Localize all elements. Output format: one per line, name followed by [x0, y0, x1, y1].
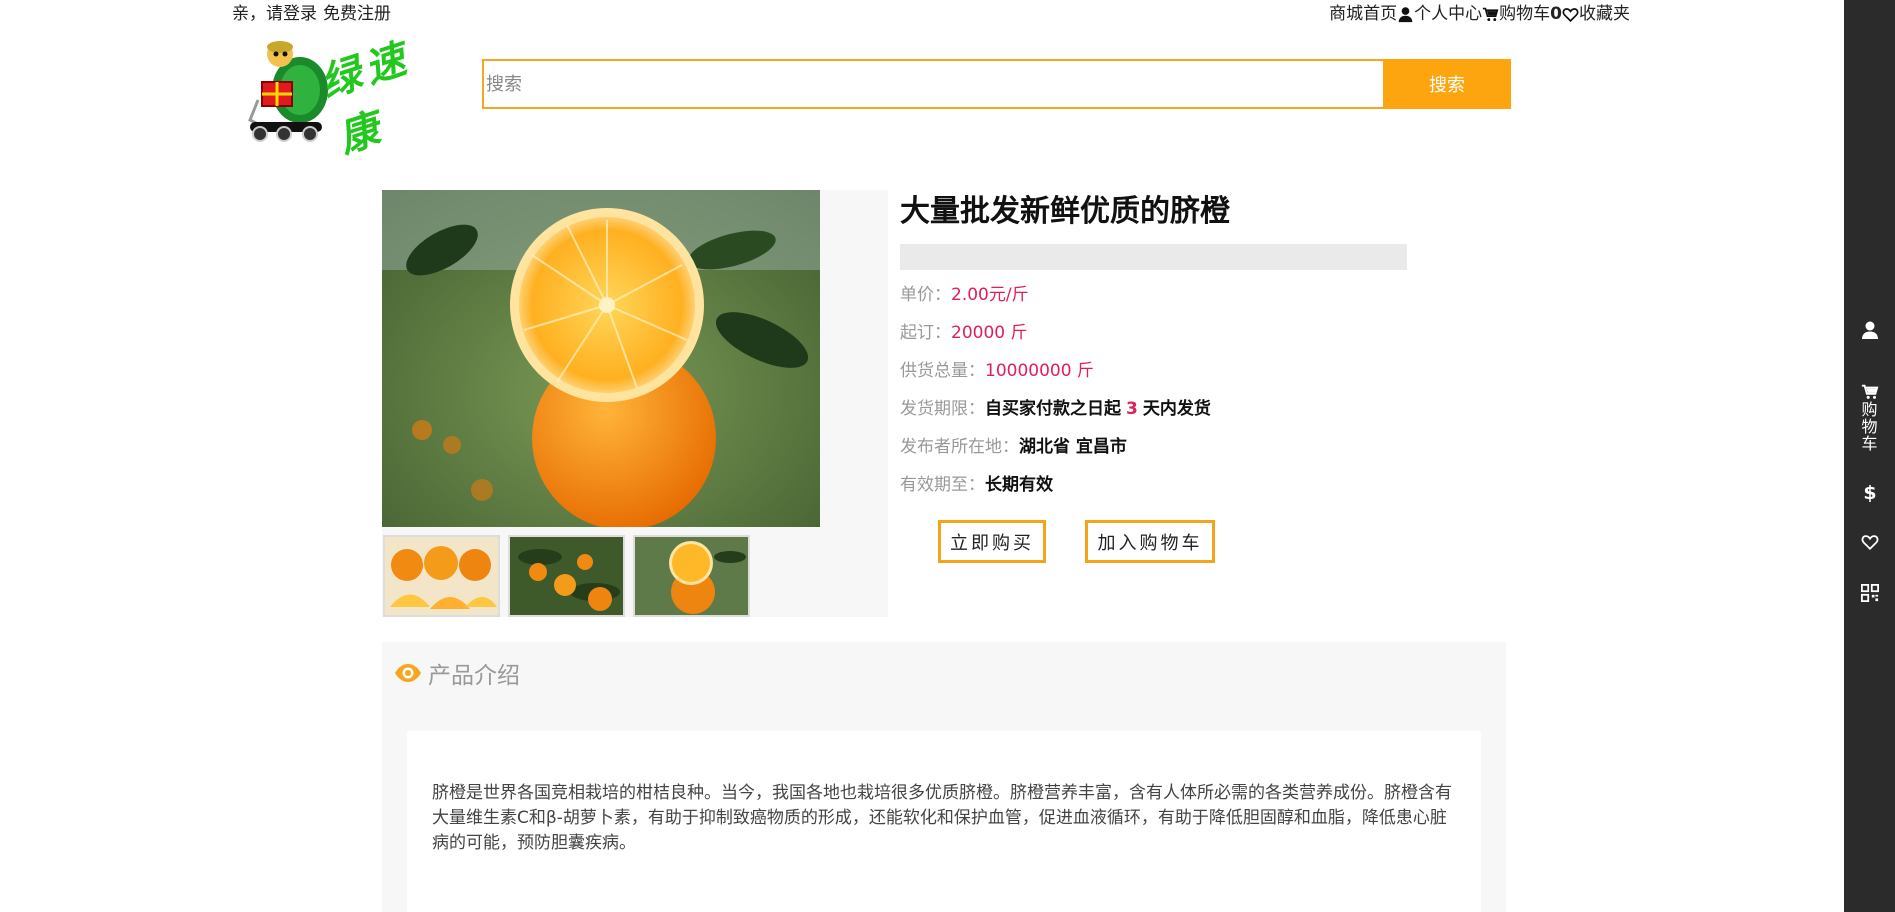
cart-icon [1861, 384, 1878, 399]
heart-icon [1861, 535, 1878, 551]
product-title: 大量批发新鲜优质的脐橙 [900, 194, 1230, 229]
favorites-link-label: 收藏夹 [1579, 4, 1630, 24]
validity-label: 有效期至： [900, 475, 985, 495]
site-logo[interactable]: 绿速康 [240, 35, 480, 162]
info-divider-bar [900, 244, 1407, 270]
top-bar: 亲，请登录 免费注册 商城首页 个人中心 购物车 0 收藏夹 [232, 0, 1630, 28]
qrcode-icon [1860, 584, 1879, 602]
buy-now-button[interactable]: 立即购买 [938, 520, 1046, 563]
location-row: 发布者所在地： 湖北省 宜昌市 [900, 428, 1420, 466]
search-button[interactable]: 搜索 [1383, 59, 1511, 109]
thumbnail-2[interactable] [508, 535, 625, 617]
supply-row: 供货总量： 10000000 斤 [900, 352, 1420, 390]
location-value: 湖北省 宜昌市 [1019, 437, 1127, 457]
profile-link[interactable]: 个人中心 [1397, 0, 1482, 28]
cart-link[interactable]: 购物车 0 [1482, 0, 1562, 28]
register-link[interactable]: 免费注册 [323, 4, 391, 24]
shipping-row: 发货期限： 自买家付款之日起 3 天内发货 [900, 390, 1420, 428]
validity-value: 长期有效 [985, 475, 1053, 495]
sidebar-user[interactable] [1844, 320, 1895, 340]
supply-value: 10000000 斤 [985, 361, 1094, 381]
sidebar-qrcode[interactable] [1844, 584, 1895, 602]
eye-icon [395, 664, 421, 682]
product-gallery [382, 190, 888, 617]
heart-icon [1562, 7, 1579, 22]
profile-link-label: 个人中心 [1414, 4, 1483, 24]
action-buttons: 立即购买 加入购物车 [938, 520, 1215, 563]
shipping-label: 发货期限： [900, 399, 985, 419]
add-to-cart-button[interactable]: 加入购物车 [1085, 520, 1215, 563]
dollar-icon: $ [1863, 482, 1876, 502]
svg-text:$: $ [1863, 482, 1876, 502]
sidebar-finance[interactable]: $ [1844, 482, 1895, 502]
cart-count: 0 [1550, 4, 1562, 24]
shipping-suffix: 天内发货 [1142, 399, 1211, 419]
login-link[interactable]: 亲，请登录 [232, 4, 317, 24]
cart-link-label: 购物车 [1499, 4, 1551, 24]
unit-price-value: 2.00元/斤 [951, 285, 1029, 305]
right-sidebar: 购物车 $ [1844, 0, 1895, 912]
location-label: 发布者所在地： [900, 437, 1019, 457]
thumbnail-1[interactable] [383, 535, 500, 617]
login-area: 亲，请登录 免费注册 [232, 0, 397, 28]
shipping-days: 3 [1126, 399, 1138, 419]
favorites-link[interactable]: 收藏夹 [1562, 0, 1630, 28]
unit-price-row: 单价： 2.00元/斤 [900, 276, 1420, 314]
cart-icon [1483, 7, 1499, 21]
search-input[interactable] [482, 59, 1383, 109]
intro-content-box: 脐橙是世界各国竞相栽培的柑桔良种。当今，我国各地也栽培很多优质脐橙。脐橙营养丰富… [407, 731, 1481, 912]
unit-price-label: 单价： [900, 285, 951, 305]
home-link[interactable]: 商城首页 [1329, 0, 1397, 28]
thumbnail-strip [382, 535, 757, 617]
product-info: 大量批发新鲜优质的脐橙 单价： 2.00元/斤 起订： 20000 斤 供货总量… [900, 190, 1420, 504]
sidebar-favorites[interactable] [1844, 533, 1895, 551]
min-order-value: 20000 斤 [951, 323, 1028, 343]
supply-label: 供货总量： [900, 361, 985, 381]
main-product-image [382, 190, 820, 527]
product-intro-section: 产品介绍 脐橙是世界各国竞相栽培的柑桔良种。当今，我国各地也栽培很多优质脐橙。脐… [382, 642, 1506, 912]
search-bar: 搜索 [482, 59, 1511, 109]
min-order-row: 起订： 20000 斤 [900, 314, 1420, 352]
sidebar-cart-label: 购物车 [1861, 400, 1878, 453]
shipping-prefix: 自买家付款之日起 [985, 399, 1121, 419]
sidebar-cart[interactable]: 购物车 [1844, 383, 1895, 452]
validity-row: 有效期至： 长期有效 [900, 466, 1420, 504]
user-icon [1861, 321, 1878, 339]
min-order-label: 起订： [900, 323, 951, 343]
top-nav: 商城首页 个人中心 购物车 0 收藏夹 [1329, 0, 1630, 28]
thumbnail-3[interactable] [633, 535, 750, 617]
intro-text: 脐橙是世界各国竞相栽培的柑桔良种。当今，我国各地也栽培很多优质脐橙。脐橙营养丰富… [432, 783, 1452, 853]
user-icon [1398, 6, 1413, 22]
intro-heading: 产品介绍 [394, 656, 520, 690]
intro-heading-text: 产品介绍 [428, 663, 520, 689]
